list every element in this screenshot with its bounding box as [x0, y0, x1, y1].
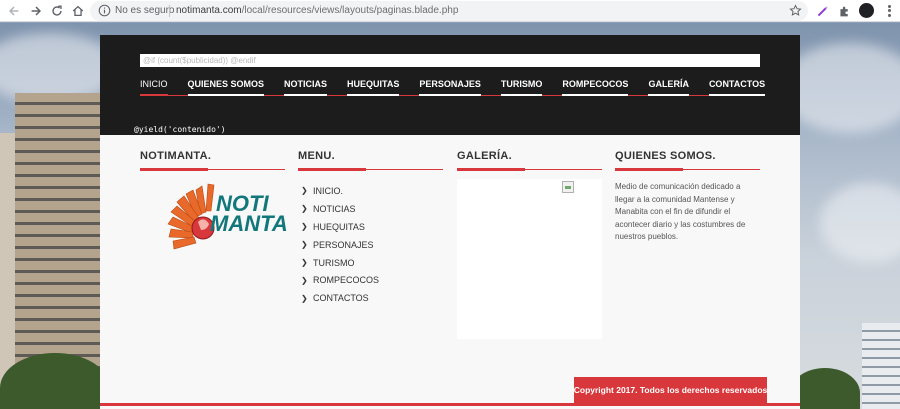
nav-inicio[interactable]: INICIO: [140, 79, 168, 96]
footer-menu-item[interactable]: ❯ INICIO.: [298, 182, 443, 200]
reload-icon: [52, 5, 62, 16]
forward-button[interactable]: [28, 3, 44, 19]
puzzle-extensions-icon[interactable]: [837, 4, 851, 18]
site-header: @if (count($publicidad)) @endif INICIO Q…: [100, 35, 800, 135]
reload-button[interactable]: [49, 3, 65, 19]
chevron-right-icon: ❯: [301, 186, 308, 196]
chevron-right-icon: ❯: [301, 240, 308, 250]
footer-menu-label: TURISMO: [313, 257, 355, 268]
footer-col-galeria: GALERÍA.: [457, 150, 602, 339]
footer-menu-label: PERSONAJES: [313, 239, 374, 250]
site-container: @if (count($publicidad)) @endif INICIO Q…: [100, 35, 800, 409]
info-icon[interactable]: [98, 4, 111, 17]
main-navigation: INICIO QUIENES SOMOS NOTICIAS HUEQUITAS …: [140, 79, 766, 96]
copyright-badge: Copyright 2017. Todos los derechos reser…: [574, 377, 767, 403]
back-arrow-icon: [9, 6, 19, 16]
nav-galeria[interactable]: GALERÍA: [648, 79, 689, 96]
nav-quienes-somos[interactable]: QUIENES SOMOS: [187, 79, 264, 96]
footer-menu-label: HUEQUITAS: [313, 221, 365, 232]
footer-menu-item[interactable]: ❯ HUEQUITAS: [298, 218, 443, 236]
gallery-frame[interactable]: [457, 179, 602, 339]
footer-menu-label: NOTICIAS: [313, 203, 356, 214]
home-icon: [72, 5, 84, 17]
pen-extension-icon[interactable]: [815, 4, 829, 18]
logo-line-manta: MANTA: [210, 211, 288, 236]
address-bar[interactable]: No es seguro notimanta.com/local/resourc…: [90, 1, 808, 21]
footer-col-notimanta: NOTIMANTA. NOTI MANTA: [140, 150, 288, 250]
footer-menu-label: CONTACTOS: [313, 293, 369, 304]
footer-menu-item[interactable]: ❯ TURISMO: [298, 254, 443, 272]
footer-col-quienes-somos: QUIENES SOMOS. Medio de comunicación ded…: [615, 150, 760, 244]
footer-menu-item[interactable]: ❯ ROMPECOCOS: [298, 271, 443, 289]
url-host: notimanta.com: [176, 5, 242, 16]
nav-huequitas[interactable]: HUEQUITAS: [347, 79, 400, 96]
nav-contactos[interactable]: CONTACTOS: [708, 79, 766, 96]
galeria-heading: GALERÍA.: [457, 150, 602, 171]
broken-image-icon[interactable]: [562, 181, 574, 193]
omnibox-divider: [169, 5, 170, 17]
footer-col-menu: MENU. ❯ INICIO. ❯ NOTICIAS ❯ HUEQUITAS ❯ PER…: [298, 150, 443, 307]
profile-avatar[interactable]: [859, 3, 874, 18]
quienes-somos-heading: QUIENES SOMOS.: [615, 150, 760, 171]
home-button[interactable]: [70, 3, 86, 19]
chevron-right-icon: ❯: [301, 222, 308, 232]
url-path: /local/resources/views/layouts/paginas.b…: [241, 5, 459, 16]
chevron-right-icon: ❯: [301, 275, 308, 285]
footer-accent-line: [100, 403, 800, 406]
footer-menu-item[interactable]: ❯ PERSONAJES: [298, 236, 443, 254]
chevron-right-icon: ❯: [301, 204, 308, 214]
nav-rompecocos[interactable]: ROMPECOCOS: [562, 79, 629, 96]
footer-menu-label: INICIO.: [313, 185, 344, 196]
bookmark-star-icon[interactable]: [789, 4, 802, 17]
footer-menu-item[interactable]: ❯ CONTACTOS: [298, 289, 443, 307]
nav-noticias[interactable]: NOTICIAS: [284, 79, 328, 96]
chevron-right-icon: ❯: [301, 258, 308, 267]
footer-menu-list: ❯ INICIO. ❯ NOTICIAS ❯ HUEQUITAS ❯ PERSONAJE…: [298, 182, 443, 307]
about-description: Medio de comunicación dedicado a llegar …: [615, 182, 746, 242]
browser-menu-icon[interactable]: [882, 4, 896, 18]
nav-personajes[interactable]: PERSONAJES: [419, 79, 481, 96]
footer-menu-label: ROMPECOCOS: [313, 275, 380, 286]
notimanta-logo[interactable]: NOTI MANTA: [166, 182, 288, 260]
url-text[interactable]: notimanta.com/local/resources/views/layo…: [176, 5, 458, 16]
nav-turismo[interactable]: TURISMO: [500, 79, 542, 96]
forward-arrow-icon: [31, 6, 41, 16]
security-status: No es seguro: [115, 5, 175, 16]
back-button[interactable]: [6, 3, 22, 19]
yield-placeholder: @yield('contenido'): [134, 125, 226, 134]
notimanta-heading: NOTIMANTA.: [140, 150, 285, 171]
browser-toolbar: No es seguro notimanta.com/local/resourc…: [0, 0, 900, 22]
ad-banner-placeholder: @if (count($publicidad)) @endif: [140, 54, 760, 67]
logo-wordmark: NOTI MANTA: [210, 193, 288, 235]
footer-menu-item[interactable]: ❯ NOTICIAS: [298, 200, 443, 218]
menu-heading: MENU.: [298, 150, 443, 171]
chevron-right-icon: ❯: [301, 293, 308, 303]
